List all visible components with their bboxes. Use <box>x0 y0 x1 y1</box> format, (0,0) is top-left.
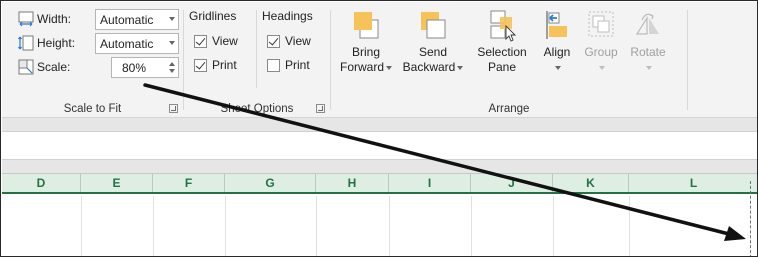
annotation-arrow <box>143 83 746 241</box>
annotation-arrowhead <box>724 226 746 241</box>
annotation-arrow-shaft <box>143 83 731 236</box>
excel-window: Width: Automatic Height: Automatic Scale… <box>0 0 758 257</box>
